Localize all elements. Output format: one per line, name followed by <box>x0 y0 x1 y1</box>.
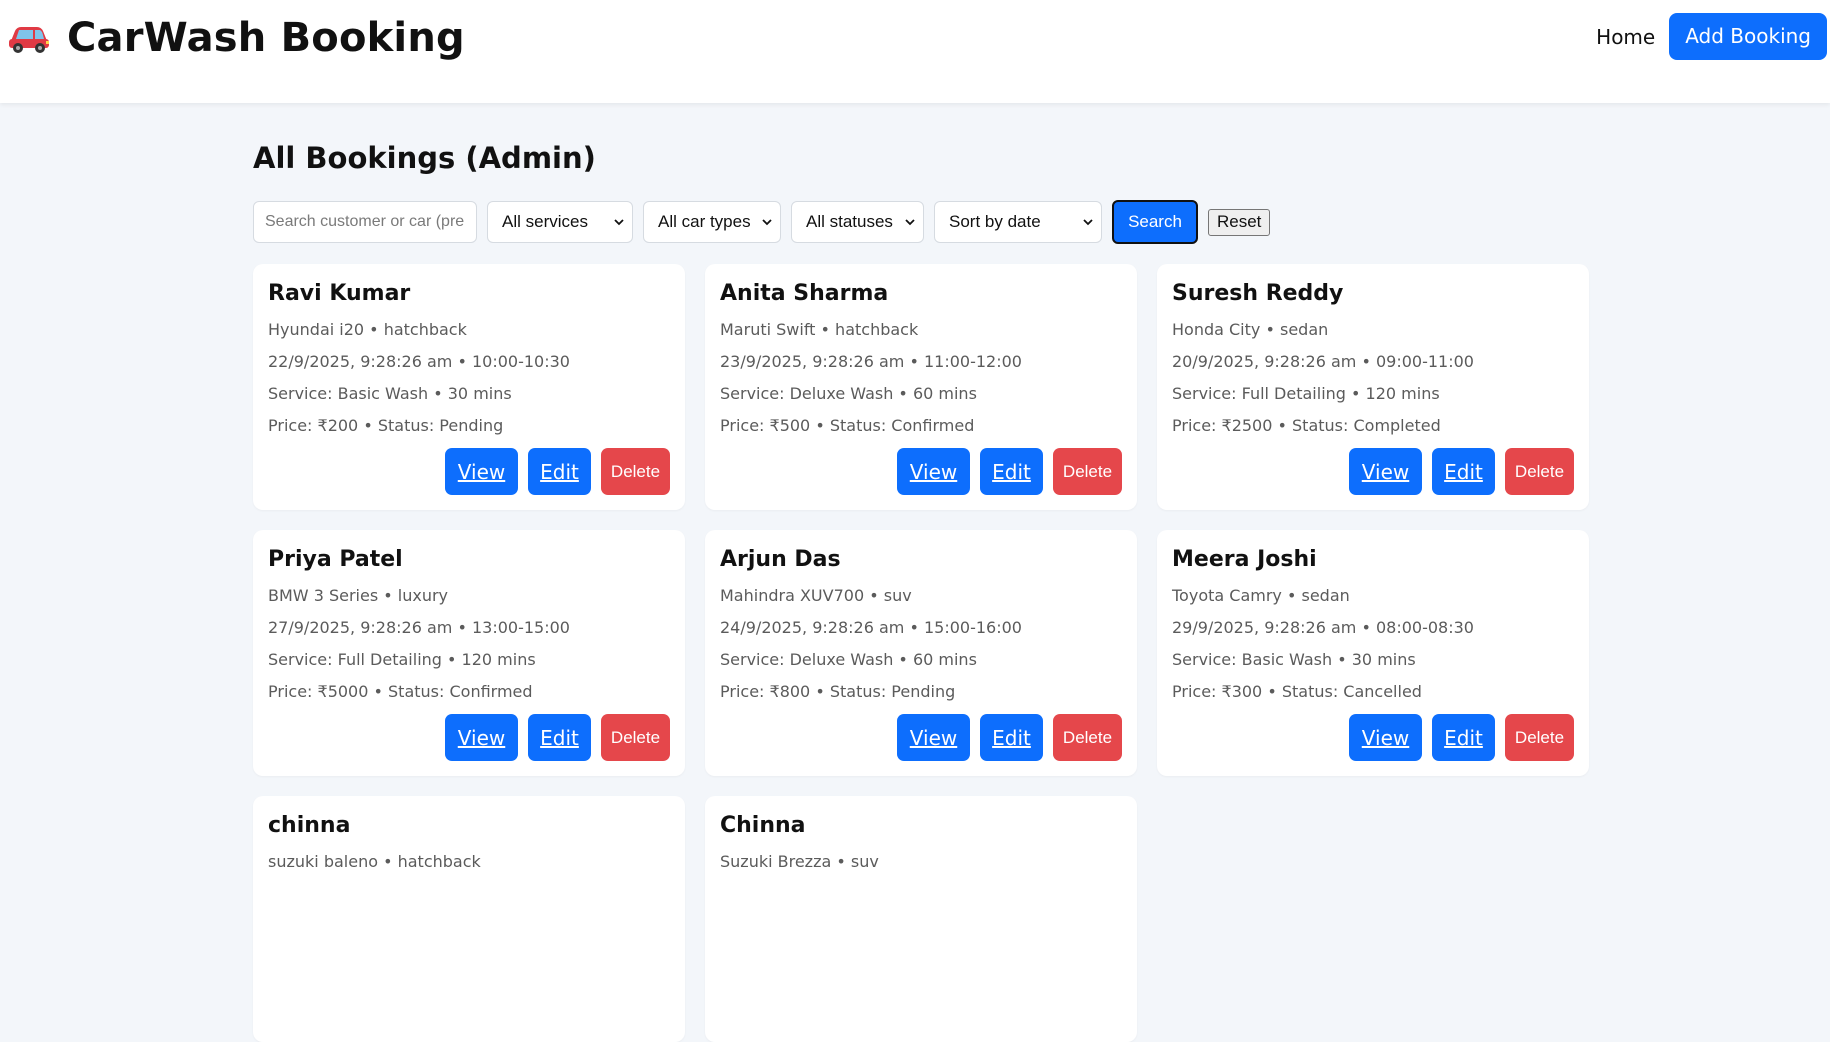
car-info: Maruti Swift • hatchback <box>720 320 919 339</box>
price-status: Price: ₹5000 • Status: Confirmed <box>268 682 533 701</box>
chevron-down-icon <box>1083 219 1093 226</box>
filter-bar: All services All car types All statuses … <box>253 200 1593 244</box>
brand-title: CarWash Booking <box>67 15 465 61</box>
main-content: All Bookings (Admin) All services All ca… <box>253 103 1593 1042</box>
card-actions: View Edit Delete <box>887 448 1122 495</box>
nav-home-link[interactable]: Home <box>1596 25 1655 49</box>
price-status: Price: ₹300 • Status: Cancelled <box>1172 682 1422 701</box>
view-button[interactable]: View <box>445 448 518 495</box>
booking-card: Meera Joshi Toyota Camry • sedan 29/9/20… <box>1157 530 1589 776</box>
delete-button[interactable]: Delete <box>1053 448 1122 495</box>
view-button[interactable]: View <box>897 714 970 761</box>
booking-datetime: 27/9/2025, 9:28:26 am • 13:00-15:00 <box>268 618 570 637</box>
price-status: Price: ₹200 • Status: Pending <box>268 416 504 435</box>
service-info: Service: Full Detailing • 120 mins <box>268 650 536 669</box>
red-car-icon <box>7 21 51 55</box>
booking-card: Arjun Das Mahindra XUV700 • suv 24/9/202… <box>705 530 1137 776</box>
page-title: All Bookings (Admin) <box>253 141 596 175</box>
customer-name: Anita Sharma <box>720 281 889 306</box>
view-button[interactable]: View <box>897 448 970 495</box>
service-info: Service: Deluxe Wash • 60 mins <box>720 650 977 669</box>
status-filter-select[interactable]: All statuses <box>791 201 924 243</box>
top-navbar: CarWash Booking Home Add Booking <box>0 0 1830 103</box>
nav-links: Home Add Booking <box>1596 13 1827 60</box>
card-actions: View Edit Delete <box>435 448 670 495</box>
edit-button[interactable]: Edit <box>528 714 591 761</box>
car-info: Mahindra XUV700 • suv <box>720 586 912 605</box>
search-input[interactable] <box>253 201 477 243</box>
customer-name: Arjun Das <box>720 547 841 572</box>
booking-card: Anita Sharma Maruti Swift • hatchback 23… <box>705 264 1137 510</box>
status-filter-value: All statuses <box>806 212 893 231</box>
booking-datetime: 22/9/2025, 9:28:26 am • 10:00-10:30 <box>268 352 570 371</box>
card-actions: View Edit Delete <box>887 714 1122 761</box>
service-filter-value: All services <box>502 212 588 231</box>
card-actions: View Edit Delete <box>1339 714 1574 761</box>
customer-name: chinna <box>268 813 351 838</box>
edit-button[interactable]: Edit <box>528 448 591 495</box>
chevron-down-icon <box>762 219 772 226</box>
chevron-down-icon <box>905 219 915 226</box>
delete-button[interactable]: Delete <box>1053 714 1122 761</box>
bookings-grid: Ravi Kumar Hyundai i20 • hatchback 22/9/… <box>253 264 1593 1042</box>
booking-card: chinna suzuki baleno • hatchback <box>253 796 685 1042</box>
car-info: suzuki baleno • hatchback <box>268 852 481 871</box>
search-button[interactable]: Search <box>1112 200 1198 244</box>
booking-card: Priya Patel BMW 3 Series • luxury 27/9/2… <box>253 530 685 776</box>
card-actions: View Edit Delete <box>435 714 670 761</box>
reset-button[interactable]: Reset <box>1208 208 1271 236</box>
sort-select-value: Sort by date <box>949 212 1041 231</box>
service-info: Service: Basic Wash • 30 mins <box>1172 650 1416 669</box>
edit-button[interactable]: Edit <box>980 448 1043 495</box>
customer-name: Priya Patel <box>268 547 403 572</box>
edit-button[interactable]: Edit <box>1432 448 1495 495</box>
service-filter-select[interactable]: All services <box>487 201 633 243</box>
customer-name: Chinna <box>720 813 806 838</box>
view-button[interactable]: View <box>1349 448 1422 495</box>
car-info: Honda City • sedan <box>1172 320 1329 339</box>
car-type-filter-select[interactable]: All car types <box>643 201 781 243</box>
edit-button[interactable]: Edit <box>1432 714 1495 761</box>
delete-button[interactable]: Delete <box>601 714 670 761</box>
car-type-filter-value: All car types <box>658 212 751 231</box>
price-status: Price: ₹800 • Status: Pending <box>720 682 956 701</box>
add-booking-button[interactable]: Add Booking <box>1669 13 1827 60</box>
booking-card: Suresh Reddy Honda City • sedan 20/9/202… <box>1157 264 1589 510</box>
price-status: Price: ₹2500 • Status: Completed <box>1172 416 1441 435</box>
car-info: Hyundai i20 • hatchback <box>268 320 467 339</box>
delete-button[interactable]: Delete <box>1505 714 1574 761</box>
booking-datetime: 29/9/2025, 9:28:26 am • 08:00-08:30 <box>1172 618 1474 637</box>
car-info: Toyota Camry • sedan <box>1172 586 1350 605</box>
booking-datetime: 20/9/2025, 9:28:26 am • 09:00-11:00 <box>1172 352 1474 371</box>
brand[interactable]: CarWash Booking <box>7 10 465 66</box>
delete-button[interactable]: Delete <box>1505 448 1574 495</box>
card-actions: View Edit Delete <box>1339 448 1574 495</box>
booking-datetime: 23/9/2025, 9:28:26 am • 11:00-12:00 <box>720 352 1022 371</box>
delete-button[interactable]: Delete <box>601 448 670 495</box>
booking-datetime: 24/9/2025, 9:28:26 am • 15:00-16:00 <box>720 618 1022 637</box>
car-info: BMW 3 Series • luxury <box>268 586 449 605</box>
customer-name: Suresh Reddy <box>1172 281 1344 306</box>
customer-name: Meera Joshi <box>1172 547 1317 572</box>
view-button[interactable]: View <box>1349 714 1422 761</box>
booking-card: Chinna Suzuki Brezza • suv <box>705 796 1137 1042</box>
customer-name: Ravi Kumar <box>268 281 411 306</box>
price-status: Price: ₹500 • Status: Confirmed <box>720 416 975 435</box>
service-info: Service: Deluxe Wash • 60 mins <box>720 384 977 403</box>
booking-card: Ravi Kumar Hyundai i20 • hatchback 22/9/… <box>253 264 685 510</box>
edit-button[interactable]: Edit <box>980 714 1043 761</box>
car-info: Suzuki Brezza • suv <box>720 852 879 871</box>
service-info: Service: Basic Wash • 30 mins <box>268 384 512 403</box>
service-info: Service: Full Detailing • 120 mins <box>1172 384 1440 403</box>
chevron-down-icon <box>614 219 624 226</box>
sort-select[interactable]: Sort by date <box>934 201 1102 243</box>
view-button[interactable]: View <box>445 714 518 761</box>
